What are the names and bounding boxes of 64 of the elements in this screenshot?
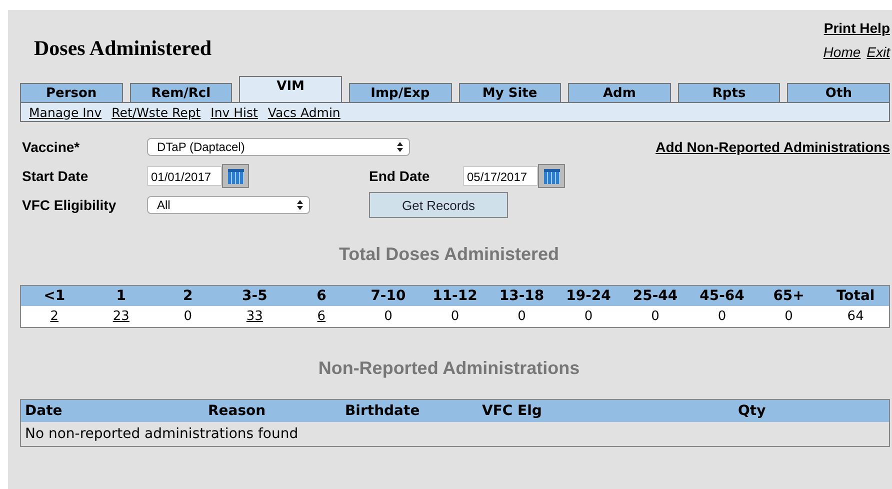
field-label: Vaccine* bbox=[22, 139, 81, 155]
page-title: Doses Administered bbox=[34, 36, 212, 62]
subnav-link[interactable]: Ret/Wste Rept bbox=[112, 104, 201, 120]
column-header: 3-5 bbox=[241, 287, 268, 306]
count-cell: 0 bbox=[651, 309, 660, 324]
count-link[interactable]: 23 bbox=[112, 309, 130, 324]
tab[interactable]: Person bbox=[20, 83, 123, 102]
tab[interactable]: Rem/Rcl bbox=[130, 83, 232, 102]
subnav-link[interactable]: Inv Hist bbox=[210, 104, 258, 120]
column-header: <1 bbox=[42, 287, 66, 306]
section-title: Non-Reported Administrations bbox=[317, 358, 581, 379]
column-header: 19-24 bbox=[565, 287, 612, 306]
count-cell: 0 bbox=[718, 309, 726, 324]
field-label: End Date bbox=[369, 168, 431, 184]
count-cell: 0 bbox=[518, 309, 526, 324]
count-cell: 64 bbox=[847, 309, 864, 324]
count-cell: 0 bbox=[184, 309, 192, 324]
vaccine-select[interactable]: DTaP (Daptacel) bbox=[147, 138, 410, 156]
column-header: 2 bbox=[182, 287, 194, 306]
count-cell: 0 bbox=[384, 309, 392, 324]
count-cell: 0 bbox=[784, 309, 793, 324]
vfc-select[interactable]: All bbox=[147, 196, 310, 214]
calendar-button[interactable] bbox=[222, 164, 249, 188]
count-link[interactable]: 6 bbox=[317, 309, 326, 324]
column-header: Birthdate bbox=[345, 403, 421, 419]
tab[interactable]: Rpts bbox=[678, 83, 780, 102]
column-header: 6 bbox=[316, 287, 328, 306]
column-header: 13-18 bbox=[498, 287, 546, 306]
field-label: VFC Eligibility bbox=[22, 197, 118, 213]
date-field[interactable]: 01/01/2017 bbox=[147, 166, 222, 186]
field-label: Start Date bbox=[22, 168, 90, 184]
count-cell: 0 bbox=[450, 309, 460, 324]
column-header: 7-10 bbox=[370, 287, 407, 306]
select-arrows-icon bbox=[297, 200, 303, 210]
subnav-link[interactable]: Manage Inv bbox=[29, 104, 102, 120]
subnav-link[interactable]: Vacs Admin bbox=[268, 104, 340, 120]
tab[interactable]: My Site bbox=[458, 83, 562, 102]
count-link[interactable]: 2 bbox=[50, 309, 59, 324]
column-header: Date bbox=[25, 403, 64, 419]
tab[interactable]: Oth bbox=[787, 83, 890, 102]
tab[interactable]: Adm bbox=[568, 83, 671, 102]
print-help-link[interactable]: Print Help bbox=[824, 20, 890, 36]
calendar-button[interactable] bbox=[538, 164, 565, 188]
nav-link[interactable]: Home bbox=[823, 44, 861, 60]
column-header: 1 bbox=[115, 287, 128, 306]
column-header: Total bbox=[835, 287, 876, 306]
column-header: 11-12 bbox=[432, 287, 478, 306]
column-header: Reason bbox=[208, 403, 267, 419]
select-arrows-icon bbox=[397, 142, 403, 152]
column-header: 45-64 bbox=[698, 287, 746, 306]
column-header: VFC Elg bbox=[482, 403, 543, 419]
count-link[interactable]: 33 bbox=[246, 309, 263, 324]
get-records-button[interactable]: Get Records bbox=[369, 192, 508, 218]
section-title: Total Doses Administered bbox=[338, 244, 560, 265]
nav-link[interactable]: Exit bbox=[866, 44, 890, 60]
column-header: 25-44 bbox=[632, 287, 679, 306]
column-header: 65+ bbox=[772, 287, 806, 306]
column-header: Qty bbox=[738, 403, 767, 419]
tab[interactable]: Imp/Exp bbox=[348, 83, 452, 102]
empty-message: No non-reported administrations found bbox=[25, 426, 298, 442]
date-field[interactable]: 05/17/2017 bbox=[463, 166, 538, 186]
tab[interactable]: VIM bbox=[239, 76, 342, 102]
add-link[interactable]: Add Non-Reported Administrations bbox=[656, 139, 890, 155]
count-cell: 0 bbox=[584, 309, 593, 324]
